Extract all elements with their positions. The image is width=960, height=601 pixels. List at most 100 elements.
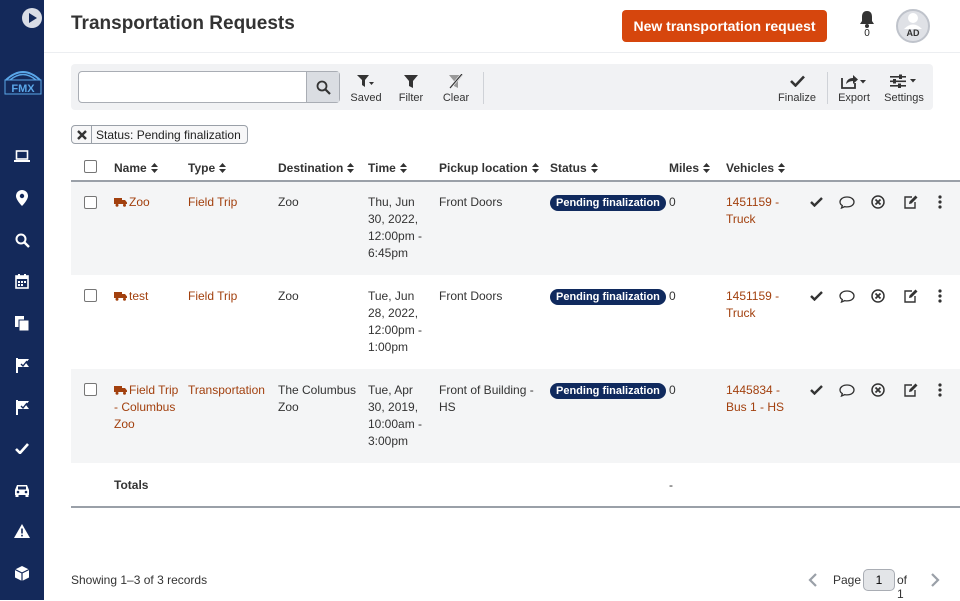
fmx-logo[interactable]: FMX [4, 66, 42, 96]
more-vertical-icon [938, 383, 942, 397]
column-header-pickup-location[interactable]: Pickup location [439, 161, 539, 175]
edit-icon [903, 383, 917, 397]
sidebar-item-inventory[interactable] [12, 563, 32, 583]
table-bottom-border [71, 506, 960, 508]
edit-icon [903, 195, 917, 209]
cancel-request-button[interactable] [870, 288, 886, 304]
vehicle-link[interactable]: 1451159 - Truck [726, 288, 792, 322]
previous-page-icon[interactable] [808, 573, 818, 587]
remove-filter-button[interactable] [72, 126, 92, 143]
new-transportation-request-button[interactable]: New transportation request [622, 10, 827, 42]
export-button[interactable]: Export [829, 72, 879, 106]
destination-cell: Zoo [278, 195, 299, 209]
column-header-name[interactable]: Name [114, 161, 158, 175]
edit-request-button[interactable] [902, 194, 918, 210]
sidebar-item-transportation[interactable] [12, 480, 32, 500]
settings-button[interactable]: Settings [879, 72, 929, 106]
row-checkbox[interactable] [84, 383, 97, 396]
avatar-initials: AD [906, 28, 920, 38]
page-label: Page [833, 573, 862, 587]
comment-button[interactable] [839, 382, 855, 398]
miles-cell: 0 [669, 195, 676, 209]
page-number-input[interactable] [863, 569, 895, 591]
truck-icon [114, 292, 127, 301]
play-icon [29, 13, 37, 23]
table-row[interactable]: Zoo Field Trip Zoo Thu, Jun 30, 2022, 12… [71, 182, 960, 275]
column-header-destination[interactable]: Destination [278, 161, 355, 175]
warning-icon [14, 524, 30, 538]
request-name-link[interactable]: Zoo [114, 194, 182, 211]
row-checkbox[interactable] [84, 289, 97, 302]
comment-button[interactable] [839, 194, 855, 210]
more-options-button[interactable] [932, 194, 948, 210]
filter-icon [404, 74, 418, 88]
search-icon [15, 233, 30, 248]
sidebar-item-laptop[interactable] [12, 146, 32, 166]
saved-filter-icon [357, 74, 374, 87]
sidebar-item-incidents[interactable] [12, 521, 32, 541]
request-type-link[interactable]: Field Trip [188, 194, 237, 211]
user-avatar[interactable]: AD [896, 9, 930, 43]
search-input[interactable] [79, 72, 307, 102]
filter-chip-status: Status: Pending finalization [71, 125, 248, 144]
sort-icon [399, 163, 407, 173]
check-icon [809, 291, 823, 301]
request-type-link[interactable]: Field Trip [188, 288, 237, 305]
sidebar-item-search[interactable] [12, 230, 32, 250]
sidebar-item-locations[interactable] [12, 188, 32, 208]
request-name-link[interactable]: test [114, 288, 182, 305]
request-name-link[interactable]: Field Trip - Columbus Zoo [114, 382, 182, 433]
select-all-checkbox[interactable] [84, 160, 97, 173]
finalize-button[interactable]: Finalize [772, 72, 822, 106]
comment-icon [839, 289, 855, 303]
table-row[interactable]: Field Trip - Columbus Zoo Transportation… [71, 369, 960, 463]
sidebar-item-flag[interactable] [12, 355, 32, 375]
time-cell: Tue, Jun 28, 2022, 12:00pm - 1:00pm [368, 289, 423, 354]
truck-icon [114, 386, 127, 395]
toolbar: Saved Filter Clear Finalize Export Setti… [71, 64, 933, 110]
column-header-miles[interactable]: Miles [669, 161, 711, 175]
cancel-request-button[interactable] [870, 194, 886, 210]
column-header-vehicles[interactable]: Vehicles [726, 161, 786, 175]
edit-request-button[interactable] [902, 382, 918, 398]
column-header-type[interactable]: Type [188, 161, 227, 175]
sort-icon [703, 163, 711, 173]
search-button[interactable] [306, 72, 339, 102]
sidebar-toggle-button[interactable] [22, 8, 42, 28]
finalize-row-button[interactable] [808, 382, 824, 398]
export-label: Export [838, 92, 870, 104]
sort-icon [778, 163, 786, 173]
edit-icon [903, 289, 917, 303]
request-type-link[interactable]: Transportation [188, 382, 265, 399]
logo-text: FMX [11, 83, 35, 95]
next-page-icon[interactable] [930, 573, 940, 587]
finalize-row-button[interactable] [808, 288, 824, 304]
edit-request-button[interactable] [902, 288, 918, 304]
miles-cell: 0 [669, 383, 676, 397]
more-options-button[interactable] [932, 288, 948, 304]
cancel-request-button[interactable] [870, 382, 886, 398]
status-badge: Pending finalization [550, 289, 666, 305]
column-header-time[interactable]: Time [368, 161, 407, 175]
sidebar-item-flag-check[interactable] [12, 397, 32, 417]
sidebar-item-documents[interactable] [12, 313, 32, 333]
finalize-row-button[interactable] [808, 194, 824, 210]
location-pin-icon [16, 190, 28, 206]
more-options-button[interactable] [932, 382, 948, 398]
table-row[interactable]: test Field Trip Zoo Tue, Jun 28, 2022, 1… [71, 275, 960, 369]
notifications-button[interactable]: 0 [857, 11, 877, 41]
filter-chip-label: Status: Pending finalization [96, 127, 241, 142]
comment-button[interactable] [839, 288, 855, 304]
vehicle-link[interactable]: 1451159 - Truck [726, 194, 792, 228]
car-icon [15, 484, 29, 497]
sidebar-item-calendar[interactable] [12, 271, 32, 291]
close-icon [76, 129, 87, 140]
column-header-status[interactable]: Status [550, 161, 598, 175]
clear-filters-button[interactable]: Clear [431, 72, 481, 106]
clear-label: Clear [442, 92, 470, 104]
row-checkbox[interactable] [84, 196, 97, 209]
vehicle-link[interactable]: 1445834 - Bus 1 - HS [726, 382, 792, 416]
filter-button[interactable]: Filter [386, 72, 436, 106]
saved-filters-button[interactable]: Saved [341, 72, 391, 106]
sidebar-item-approvals[interactable] [12, 438, 32, 458]
